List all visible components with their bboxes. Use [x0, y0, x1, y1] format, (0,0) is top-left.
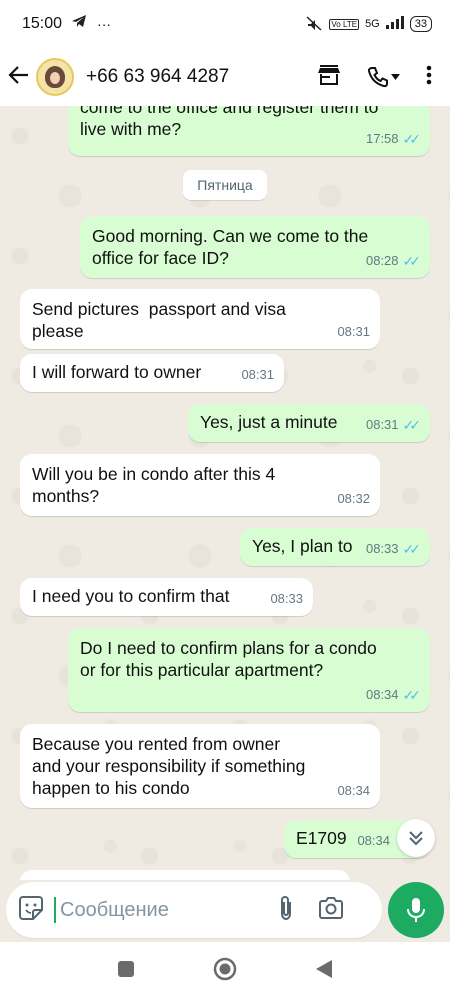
back-button[interactable]	[315, 959, 333, 984]
store-icon[interactable]	[317, 64, 341, 91]
camera-icon[interactable]	[318, 896, 344, 924]
message-time: 08:34	[365, 687, 399, 702]
read-ticks-icon: ✓✓	[402, 687, 422, 703]
status-bar: 15:00 ··· Vo LTE 5G 33	[0, 0, 450, 48]
message-time: 08:33	[365, 541, 399, 556]
message-outgoing[interactable]: Do I need to confirm plans for a condo o…	[68, 628, 430, 712]
read-ticks-icon: ✓✓	[402, 253, 422, 269]
volte-icon: Vo LTE	[329, 18, 360, 30]
composer	[0, 880, 450, 942]
voice-message-button[interactable]	[388, 882, 444, 938]
microphone-icon	[407, 898, 425, 922]
read-ticks-icon: ✓✓	[402, 417, 422, 433]
message-time: 08:31	[241, 367, 274, 382]
message-time: 08:34	[357, 833, 390, 848]
network-type: 5G	[365, 18, 380, 30]
message-time: 17:58	[365, 131, 399, 146]
message-time: 08:33	[270, 591, 303, 606]
read-ticks-icon: ✓✓	[402, 541, 422, 557]
message-incoming[interactable]: I will forward to owner 08:31	[20, 354, 284, 392]
sticker-icon[interactable]	[18, 895, 44, 926]
double-chevron-down-icon	[409, 831, 423, 846]
message-time: 08:31	[365, 417, 399, 432]
message-incoming[interactable]: Because you rented from owner and your r…	[20, 724, 380, 808]
chevron-down-icon	[391, 74, 400, 80]
battery-indicator: 33	[409, 16, 432, 32]
read-ticks-icon: ✓✓	[402, 131, 422, 147]
recent-apps-button[interactable]	[117, 960, 135, 983]
back-arrow-icon[interactable]	[0, 64, 36, 91]
call-dropdown-button[interactable]	[367, 66, 400, 88]
phone-icon	[367, 67, 388, 88]
message-input[interactable]	[54, 897, 264, 923]
chat-header: +66 63 964 4287	[0, 48, 450, 106]
status-time: 15:00	[22, 15, 63, 32]
system-navigation-bar	[0, 942, 450, 1000]
message-outgoing[interactable]: come to the office and register them to …	[68, 106, 430, 156]
message-time: 08:32	[337, 491, 370, 506]
message-incoming[interactable]: I need you to confirm that 08:33	[20, 578, 313, 616]
message-incoming[interactable]: Send pictures passport and visa please 0…	[20, 289, 380, 349]
scroll-to-bottom-button[interactable]	[397, 819, 435, 857]
message-outgoing[interactable]: Yes, just a minute 08:31 ✓✓	[188, 404, 430, 442]
message-incoming-partial[interactable]	[20, 870, 350, 880]
more-notifications-icon: ···	[97, 16, 112, 32]
message-incoming[interactable]: Will you be in condo after this 4 months…	[20, 454, 380, 516]
message-outgoing[interactable]: Yes, I plan to 08:33 ✓✓	[240, 528, 430, 566]
signal-icon	[385, 16, 404, 32]
message-outgoing[interactable]: Good morning. Can we come to the office …	[80, 216, 430, 278]
message-time: 08:31	[337, 324, 370, 339]
message-time: 08:28	[365, 253, 399, 268]
mute-icon	[305, 15, 323, 34]
contact-name[interactable]: +66 63 964 4287	[86, 66, 229, 88]
message-list[interactable]: come to the office and register them to …	[0, 106, 450, 880]
avatar[interactable]	[36, 58, 74, 96]
paperclip-icon[interactable]	[278, 895, 294, 926]
message-time: 08:34	[337, 783, 370, 798]
home-button[interactable]	[213, 957, 237, 986]
more-options-icon[interactable]	[426, 65, 432, 90]
message-input-container[interactable]	[6, 882, 382, 938]
telegram-icon	[72, 15, 87, 33]
date-separator: Пятница	[183, 170, 267, 200]
